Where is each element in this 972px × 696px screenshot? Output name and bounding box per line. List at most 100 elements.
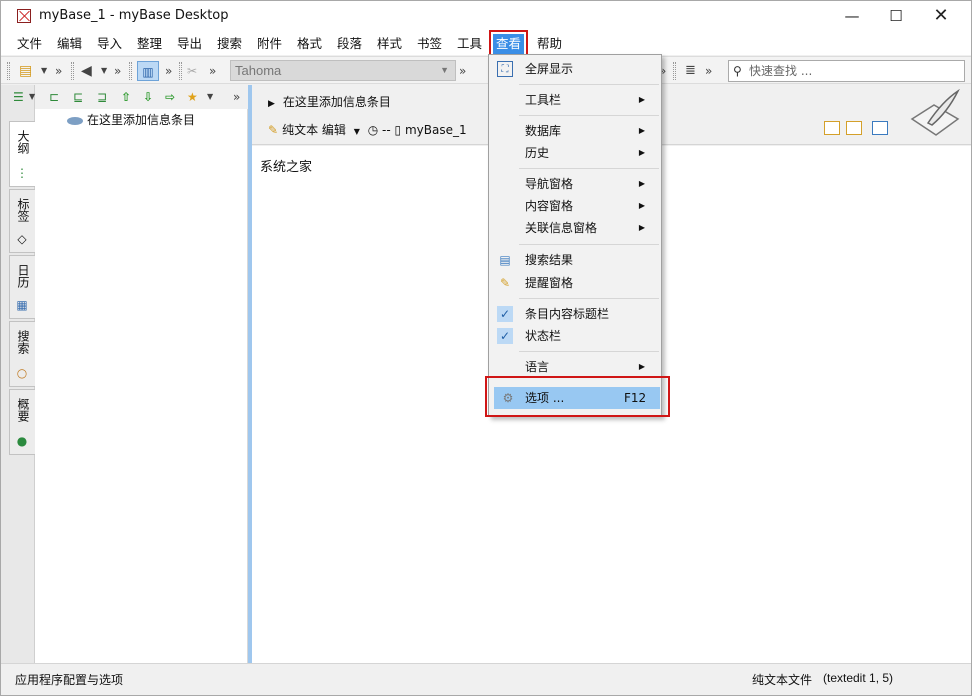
chevron-down-icon: ▼ xyxy=(440,65,449,75)
menu-item-title-bar-label: 条目内容标题栏 xyxy=(525,307,610,321)
layout-toggle-icon[interactable]: ▥ xyxy=(137,61,159,81)
menu-reminder-pane-label: 提醒窗格 xyxy=(525,276,574,290)
window-icon[interactable] xyxy=(872,121,888,135)
menu-attachment[interactable]: 附件 xyxy=(254,34,285,54)
menu-search-results[interactable]: ▤ 搜索结果 xyxy=(491,249,659,271)
submenu-arrow-icon: ▶ xyxy=(638,362,645,371)
toolbar-overflow-button[interactable]: » xyxy=(459,61,466,81)
side-tab-strip: 大纲 ⋮ 标签 ◇ 日历 ▦ 搜索 ○ 概要 ● xyxy=(1,85,35,663)
toolbar-grip[interactable] xyxy=(129,62,132,80)
close-button[interactable]: ✕ xyxy=(918,1,964,31)
move-down-icon[interactable]: ⇩ xyxy=(143,87,153,107)
add-sibling-icon[interactable]: ⊏ xyxy=(49,87,59,107)
toolbar-overflow-button[interactable]: » xyxy=(114,61,121,81)
cut-icon[interactable]: ✂ xyxy=(187,61,197,81)
star-icon[interactable]: ★ xyxy=(187,87,198,107)
menu-item-title-bar[interactable]: ✓ 条目内容标题栏 xyxy=(491,303,659,325)
tab-summary[interactable]: 概要 ● xyxy=(9,389,35,455)
menu-database[interactable]: 数据库 ▶ xyxy=(491,120,659,142)
breadcrumb[interactable]: ▶ 在这里添加信息条目 xyxy=(268,93,391,110)
menu-file[interactable]: 文件 xyxy=(14,34,45,54)
menu-export[interactable]: 导出 xyxy=(174,34,205,54)
outline-root-node[interactable]: 在这里添加信息条目 xyxy=(67,111,195,128)
toolbar-overflow-button[interactable]: » xyxy=(209,61,216,81)
menu-language[interactable]: 语言 ▶ xyxy=(491,356,659,378)
menu-fullscreen[interactable]: ⛶ 全屏显示 xyxy=(491,58,659,80)
toolbar-grip[interactable] xyxy=(179,62,182,80)
menu-tools[interactable]: 工具 xyxy=(454,34,485,54)
tab-tags[interactable]: 标签 ◇ xyxy=(9,189,35,253)
move-right-icon[interactable]: ⇨ xyxy=(165,87,175,107)
quill-logo-icon xyxy=(910,89,960,136)
tab-calendar-label: 日历 xyxy=(16,264,30,288)
menu-bookmark[interactable]: 书签 xyxy=(414,34,445,54)
toolbar-overflow-button[interactable]: » xyxy=(55,61,62,81)
menu-search-results-label: 搜索结果 xyxy=(525,253,574,267)
dropdown-arrow-icon[interactable]: ▼ xyxy=(29,87,35,107)
app-window: myBase_1 - myBase Desktop — ☐ ✕ 文件 编辑 导入… xyxy=(0,0,972,696)
toolbar-overflow-button[interactable]: » xyxy=(705,61,712,81)
add-child-icon[interactable]: ⊑ xyxy=(73,87,83,107)
search-results-icon: ▤ xyxy=(499,253,511,267)
status-bar: 应用程序配置与选项 纯文本文件 (textedit 1, 5) xyxy=(1,663,971,695)
status-message: 应用程序配置与选项 xyxy=(15,673,124,687)
toolbar-grip[interactable] xyxy=(673,62,676,80)
outline-view-icon[interactable]: ☰ xyxy=(13,87,24,107)
menu-related-pane[interactable]: 关联信息窗格 ▶ xyxy=(491,217,659,239)
database-icon xyxy=(67,116,83,125)
font-family-value: Tahoma xyxy=(235,63,282,78)
quick-search-input[interactable]: ⚲ 快速查找 ... xyxy=(728,60,965,82)
move-up-icon[interactable]: ⇧ xyxy=(121,87,131,107)
menu-nav-pane-label: 导航窗格 xyxy=(525,177,574,191)
list-icon[interactable]: ≣ xyxy=(685,61,696,81)
database-name: myBase_1 xyxy=(404,123,467,137)
menu-view[interactable]: 查看 xyxy=(488,30,529,58)
app-logo-icon xyxy=(17,9,31,23)
editor-mode-bar: ✎ 纯文本 编辑 ▼ ◷ -- ▯ myBase_1 xyxy=(268,121,467,138)
dropdown-arrow-icon[interactable]: ▼ xyxy=(354,127,360,136)
edit-icon[interactable] xyxy=(824,121,840,135)
menu-format[interactable]: 格式 xyxy=(294,34,325,54)
dropdown-arrow-icon[interactable]: ▼ xyxy=(101,61,107,81)
toolbar-grip[interactable] xyxy=(71,62,74,80)
menu-import[interactable]: 导入 xyxy=(94,34,125,54)
menu-history[interactable]: 历史 ▶ xyxy=(491,142,659,164)
menu-edit[interactable]: 编辑 xyxy=(54,34,85,54)
outline-toolbar: ☰ ▼ ⊏ ⊑ ⊒ ⇧ ⇩ ⇨ ★ ▼ » xyxy=(13,85,248,109)
menu-content-pane[interactable]: 内容窗格 ▶ xyxy=(491,195,659,217)
content-text: 系统之家 xyxy=(260,160,313,175)
font-family-select[interactable]: Tahoma ▼ xyxy=(230,60,456,81)
tab-search[interactable]: 搜索 ○ xyxy=(9,321,35,387)
menu-organize[interactable]: 整理 xyxy=(134,34,165,54)
menu-status-bar[interactable]: ✓ 状态栏 xyxy=(491,325,659,347)
menu-nav-pane[interactable]: 导航窗格 ▶ xyxy=(491,173,659,195)
tab-calendar[interactable]: 日历 ▦ xyxy=(9,255,35,319)
menu-bar: 文件 编辑 导入 整理 导出 搜索 附件 格式 段落 样式 书签 工具 查看 帮… xyxy=(1,30,971,58)
tab-outline[interactable]: 大纲 ⋮ xyxy=(9,121,35,187)
toolbar-grip[interactable] xyxy=(7,62,10,80)
menu-toolbars[interactable]: 工具栏 ▶ xyxy=(491,89,659,111)
back-icon[interactable]: ◀ xyxy=(81,61,92,81)
fullscreen-icon: ⛶ xyxy=(497,61,513,77)
menu-help[interactable]: 帮助 xyxy=(534,34,565,54)
image-icon[interactable] xyxy=(846,121,862,135)
breadcrumb-label: 在这里添加信息条目 xyxy=(282,95,391,109)
toolbar-overflow-button[interactable]: » xyxy=(233,87,240,107)
menu-language-label: 语言 xyxy=(525,360,550,374)
dropdown-arrow-icon[interactable]: ▼ xyxy=(41,61,47,81)
toolbar-overflow-button[interactable]: » xyxy=(165,61,172,81)
menu-fullscreen-label: 全屏显示 xyxy=(525,62,574,76)
menu-history-label: 历史 xyxy=(525,146,550,160)
dropdown-arrow-icon[interactable]: ▼ xyxy=(207,87,213,107)
menu-search[interactable]: 搜索 xyxy=(214,34,245,54)
menu-style[interactable]: 样式 xyxy=(374,34,405,54)
new-note-icon[interactable]: ▤ xyxy=(19,61,32,81)
menu-paragraph[interactable]: 段落 xyxy=(334,34,365,54)
menu-separator xyxy=(519,115,659,116)
maximize-button[interactable]: ☐ xyxy=(873,1,919,31)
add-parent-icon[interactable]: ⊒ xyxy=(97,87,107,107)
menu-reminder-pane[interactable]: ✎ 提醒窗格 xyxy=(491,272,659,294)
editor-mode-label[interactable]: 纯文本 编辑 xyxy=(282,123,346,137)
outline-tree: 在这里添加信息条目 xyxy=(35,109,248,663)
minimize-button[interactable]: — xyxy=(829,1,875,31)
